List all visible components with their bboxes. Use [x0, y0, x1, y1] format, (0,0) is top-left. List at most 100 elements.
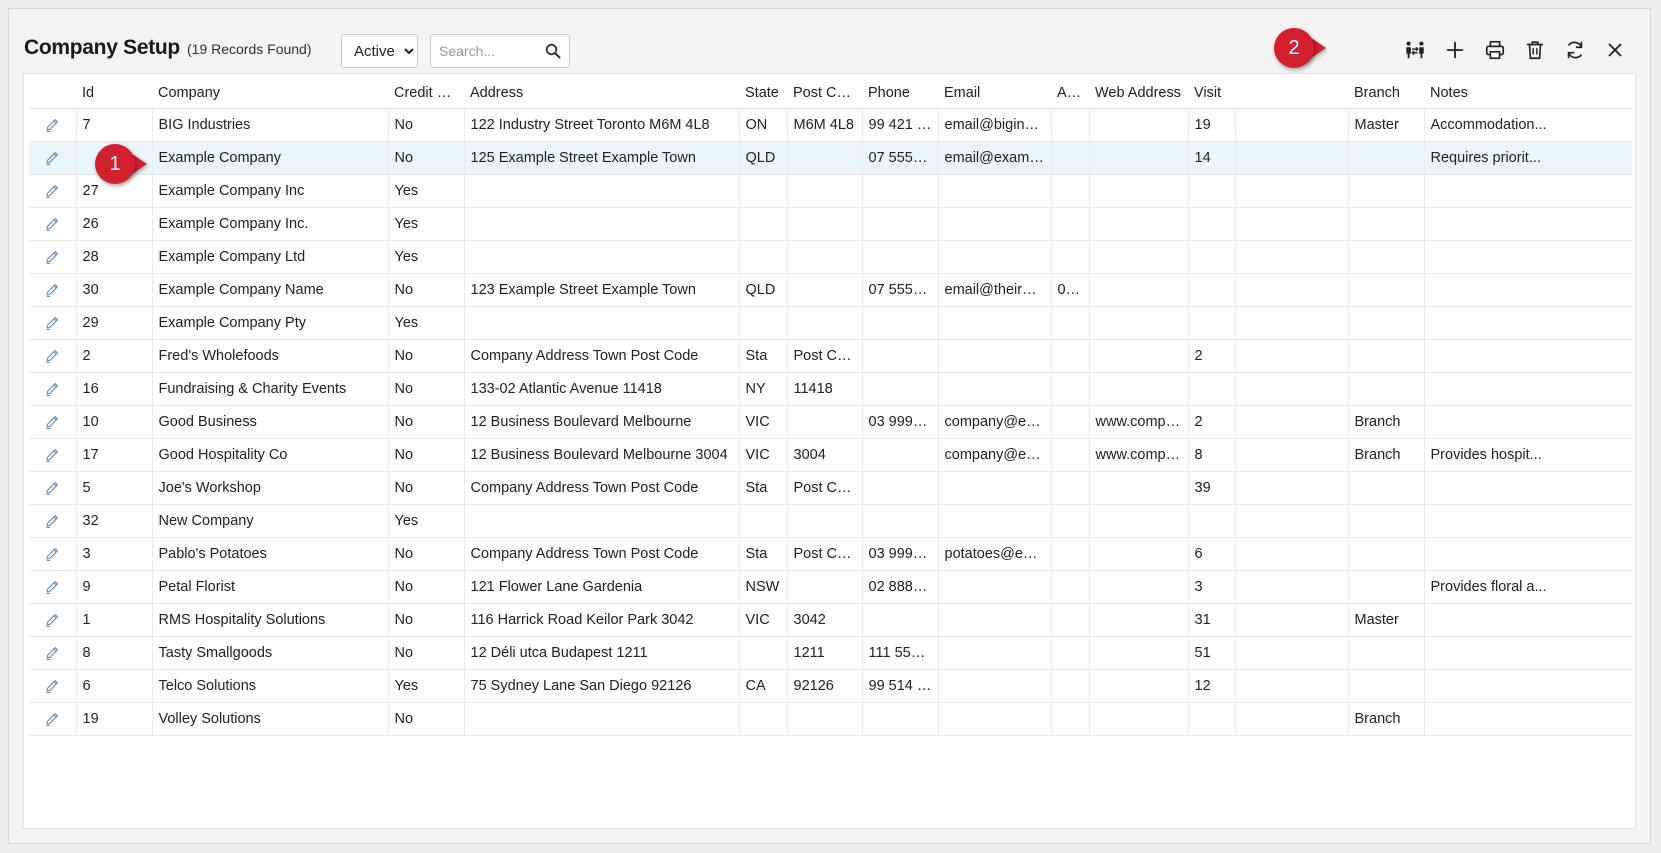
table-cell	[1089, 603, 1189, 637]
column-header[interactable]: Address	[464, 78, 739, 109]
column-header[interactable]: Id	[76, 78, 152, 109]
edit-cell[interactable]	[29, 504, 77, 538]
edit-cell[interactable]	[29, 273, 77, 307]
edit-pencil-icon[interactable]	[44, 216, 60, 232]
status-filter-select[interactable]: Active	[341, 34, 418, 68]
edit-pencil-icon[interactable]	[44, 150, 60, 166]
edit-cell[interactable]	[29, 306, 77, 340]
search-icon[interactable]	[545, 43, 561, 59]
edit-cell[interactable]	[29, 438, 77, 472]
refresh-button[interactable]	[1560, 35, 1590, 65]
edit-pencil-icon[interactable]	[44, 612, 60, 628]
table-cell	[938, 603, 1052, 637]
table-cell: 75 Sydney Lane San Diego 92126	[464, 669, 740, 703]
edit-pencil-icon[interactable]	[44, 414, 60, 430]
edit-cell[interactable]	[29, 537, 77, 571]
edit-cell[interactable]	[29, 669, 77, 703]
edit-pencil-icon[interactable]	[44, 348, 60, 364]
edit-cell[interactable]	[29, 339, 77, 373]
column-header[interactable]: Visit	[1188, 78, 1235, 109]
column-header[interactable]: Web Address	[1089, 78, 1188, 109]
table-row[interactable]: 7 BIG Industries No 122 Industry Street Tor…	[29, 108, 1632, 142]
table-cell	[1424, 207, 1632, 241]
table-cell	[1348, 537, 1425, 571]
edit-pencil-icon[interactable]	[44, 447, 60, 463]
table-cell	[938, 702, 1052, 736]
table-row[interactable]: 32 New Company Yes	[29, 504, 1632, 538]
edit-pencil-icon[interactable]	[44, 381, 60, 397]
edit-cell[interactable]	[29, 702, 77, 736]
edit-cell[interactable]	[29, 471, 77, 505]
column-header[interactable]: Credit H...	[388, 78, 464, 109]
table-cell: 2	[76, 339, 153, 373]
table-cell	[1235, 339, 1349, 373]
table-cell: 123 Example Street Example Town	[464, 273, 740, 307]
table-row[interactable]: 2 Fred's Wholefoods No Company Address Town…	[29, 339, 1632, 373]
table-row[interactable]: 5 Joe's Workshop No Company Address Town Po…	[29, 471, 1632, 505]
edit-cell[interactable]	[29, 603, 77, 637]
column-header[interactable]: Company	[152, 78, 388, 109]
table-cell	[787, 207, 863, 241]
edit-cell[interactable]	[29, 636, 77, 670]
table-row[interactable]: 16 Fundraising & Charity Events No 133-02 A…	[29, 372, 1632, 406]
column-header[interactable]: Email	[938, 78, 1051, 109]
edit-pencil-icon[interactable]	[44, 579, 60, 595]
table-cell: Accommodation...	[1424, 108, 1632, 142]
column-header[interactable]: Post Cod...	[787, 78, 862, 109]
table-row[interactable]: 29 Example Company Pty Yes	[29, 306, 1632, 340]
table-row[interactable]: 6 Telco Solutions Yes 75 Sydney Lane San Di…	[29, 669, 1632, 703]
edit-cell[interactable]	[29, 141, 77, 175]
edit-pencil-icon[interactable]	[44, 513, 60, 529]
edit-cell[interactable]	[29, 570, 77, 604]
table-row[interactable]: 19 Volley Solutions No Branch	[29, 702, 1632, 736]
edit-pencil-icon[interactable]	[44, 117, 60, 133]
search-input[interactable]	[431, 35, 539, 67]
edit-cell[interactable]	[29, 174, 77, 208]
edit-cell[interactable]	[29, 405, 77, 439]
table-cell	[787, 174, 863, 208]
edit-pencil-icon[interactable]	[44, 678, 60, 694]
add-button[interactable]	[1440, 35, 1470, 65]
table-row[interactable]: 9 Petal Florist No 121 Flower Lane Gardenia…	[29, 570, 1632, 604]
table-row[interactable]: 10 Good Business No 12 Business Boulevard M…	[29, 405, 1632, 439]
edit-cell[interactable]	[29, 372, 77, 406]
table-row[interactable]: 30 Example Company Name No 123 Example Stre…	[29, 273, 1632, 307]
column-header[interactable]: Phone	[862, 78, 938, 109]
table-row[interactable]: 3 Pablo's Potatoes No Company Address Town …	[29, 537, 1632, 571]
edit-cell[interactable]	[29, 240, 77, 274]
table-row[interactable]: 26 Example Company Inc. Yes	[29, 207, 1632, 241]
table-cell	[1235, 669, 1349, 703]
table-cell	[938, 339, 1052, 373]
print-button[interactable]	[1480, 35, 1510, 65]
table-cell: 32	[76, 504, 153, 538]
edit-pencil-icon[interactable]	[44, 480, 60, 496]
column-header[interactable]	[29, 78, 76, 109]
table-row[interactable]: 8 Tasty Smallgoods No 12 Déli utca Budapest…	[29, 636, 1632, 670]
table-cell	[1235, 405, 1349, 439]
table-row[interactable]: Example Company No 125 Example Street Exam…	[29, 141, 1632, 175]
edit-pencil-icon[interactable]	[44, 711, 60, 727]
table-row[interactable]: 17 Good Hospitality Co No 12 Business Boule…	[29, 438, 1632, 472]
column-header[interactable]: Notes	[1424, 78, 1632, 109]
table-row[interactable]: 27 Example Company Inc Yes	[29, 174, 1632, 208]
edit-pencil-icon[interactable]	[44, 645, 60, 661]
column-header[interactable]: AB...	[1051, 78, 1089, 109]
table-cell	[464, 240, 740, 274]
column-header[interactable]	[1235, 78, 1348, 109]
table-row[interactable]: 28 Example Company Ltd Yes	[29, 240, 1632, 274]
table-cell	[1235, 438, 1349, 472]
column-header[interactable]: State	[739, 78, 787, 109]
column-header[interactable]: Branch	[1348, 78, 1424, 109]
close-button[interactable]	[1600, 35, 1630, 65]
edit-pencil-icon[interactable]	[44, 183, 60, 199]
table-row[interactable]: 1 RMS Hospitality Solutions No 116 Harrick …	[29, 603, 1632, 637]
edit-pencil-icon[interactable]	[44, 282, 60, 298]
customize-columns-button[interactable]	[1400, 35, 1430, 65]
edit-cell[interactable]	[29, 108, 77, 142]
callout-1: 1	[95, 144, 147, 184]
delete-button[interactable]	[1520, 35, 1550, 65]
edit-pencil-icon[interactable]	[44, 546, 60, 562]
edit-cell[interactable]	[29, 207, 77, 241]
edit-pencil-icon[interactable]	[44, 249, 60, 265]
edit-pencil-icon[interactable]	[44, 315, 60, 331]
